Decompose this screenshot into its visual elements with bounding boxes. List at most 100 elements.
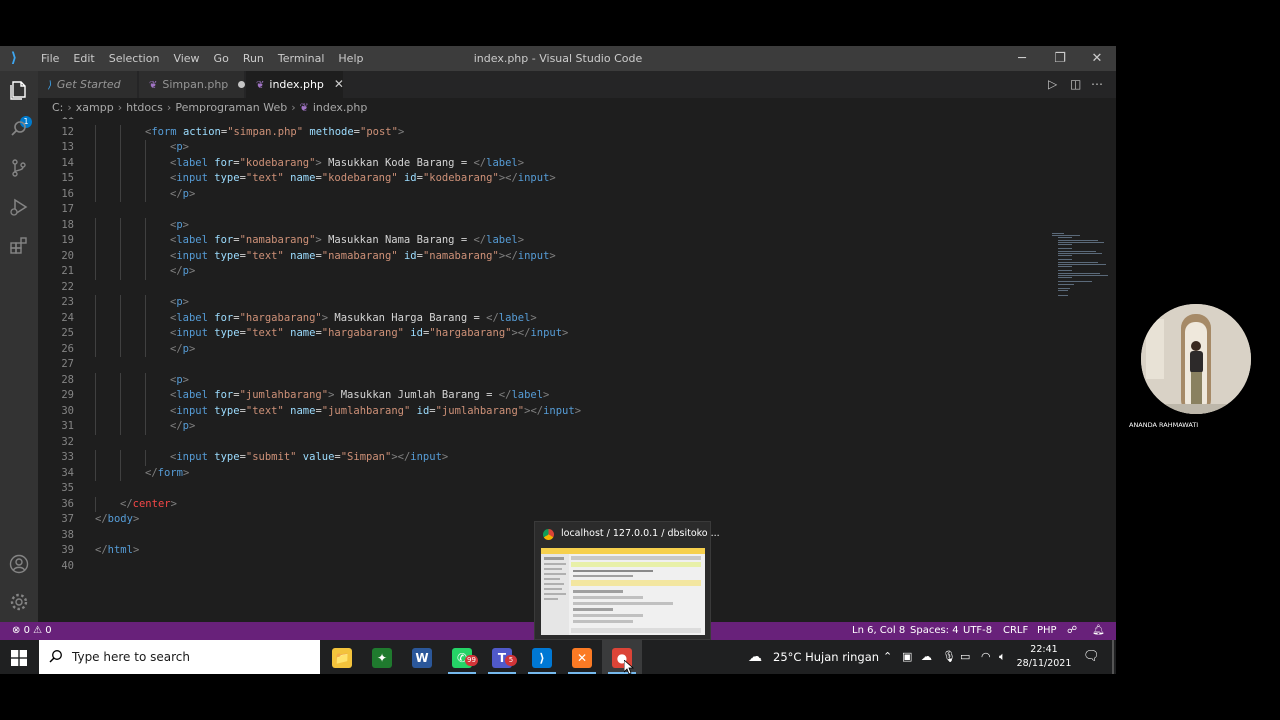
line-number: 17 <box>61 203 74 215</box>
indentation[interactable]: Spaces: 4 <box>910 622 959 640</box>
line-number: 40 <box>61 559 74 572</box>
taskbar-app[interactable]: ✆ 99 <box>442 640 482 674</box>
restore-icon[interactable]: ❐ <box>1041 46 1079 71</box>
breadcrumb-drive[interactable]: C: <box>52 101 63 114</box>
encoding[interactable]: UTF-8 <box>963 622 992 640</box>
menu-file[interactable]: File <box>34 46 66 71</box>
weather-cloud-icon[interactable]: ☁ <box>748 640 762 674</box>
line-number: 21 <box>61 265 74 277</box>
code-text: </p> <box>170 342 196 355</box>
search-icon[interactable] <box>7 118 31 142</box>
code-text: </form> <box>145 466 190 479</box>
indent-guide <box>95 450 96 466</box>
taskbar-app[interactable]: T5 <box>482 640 522 674</box>
code-line: 12 <form action="simpan.php" methode="pos… <box>38 125 998 141</box>
taskbar-app[interactable]: 📁 <box>322 640 362 674</box>
taskbar-app[interactable]: ✦ <box>362 640 402 674</box>
line-number: 29 <box>61 389 74 401</box>
battery-icon[interactable]: ▭ <box>960 640 970 674</box>
run-debug-icon[interactable] <box>7 196 31 220</box>
code-line: 28 <p> <box>38 373 998 389</box>
indent-guide <box>145 217 146 233</box>
line-number: 32 <box>61 435 74 448</box>
menu-go[interactable]: Go <box>207 46 236 71</box>
search-icon <box>49 649 63 663</box>
extensions-icon[interactable] <box>7 235 31 259</box>
indent-guide <box>95 419 96 435</box>
indent-guide <box>145 310 146 326</box>
windows-start-icon[interactable] <box>0 640 38 674</box>
source-control-icon[interactable] <box>7 157 31 181</box>
indent-guide <box>145 140 146 156</box>
taskbar-app[interactable]: ✕ <box>562 640 602 674</box>
mouse-pointer-icon <box>623 659 635 679</box>
onedrive-cloud-icon[interactable]: ☁ <box>921 640 932 674</box>
more-actions-icon[interactable]: ⋯ <box>1091 71 1103 98</box>
line-number: 35 <box>61 482 74 494</box>
preview-thumbnail <box>541 548 705 635</box>
weather-text[interactable]: 25°C Hujan ringan <box>773 640 879 674</box>
code-text: <input type="text" name="namabarang" id=… <box>170 249 556 262</box>
line-number: 28 <box>61 373 74 386</box>
taskbar-app[interactable]: W <box>402 640 442 674</box>
close-window-icon[interactable]: ✕ <box>1078 46 1116 71</box>
breadcrumb-file[interactable]: index.php <box>313 101 368 114</box>
code-text: <label for="kodebarang"> Masukkan Kode B… <box>170 156 525 169</box>
code-line: 25 <input type="text" name="hargabarang" … <box>38 326 998 342</box>
chevron-right-icon: › <box>67 101 72 114</box>
taskbar-app[interactable]: ● <box>602 640 642 674</box>
indent-guide <box>145 171 146 187</box>
preview-title: localhost / 127.0.0.1 / dbsitoko ... <box>561 528 720 539</box>
menu-view[interactable]: View <box>166 46 206 71</box>
line-number: 30 <box>61 404 74 417</box>
line-number: 15 <box>61 172 74 184</box>
wifi-icon[interactable]: ◠ <box>981 640 991 674</box>
notification-bell-icon[interactable]: 🔔︎ <box>1092 622 1105 640</box>
menu-edit[interactable]: Edit <box>66 46 101 71</box>
breadcrumb-folder[interactable]: Pemprograman Web <box>175 101 287 114</box>
code-line: 17 <box>38 202 998 218</box>
explorer-icon[interactable] <box>7 79 31 103</box>
tab-simpan-php[interactable]: ❦ Simpan.php <box>139 71 246 98</box>
run-file-icon[interactable]: ▷ <box>1048 71 1057 98</box>
taskbar-app[interactable]: ⟩ <box>522 640 562 674</box>
split-editor-icon[interactable]: ◫ <box>1070 71 1081 98</box>
minimap[interactable] <box>1048 233 1116 303</box>
minimize-icon[interactable]: ─ <box>1003 46 1041 71</box>
language-mode[interactable]: PHP <box>1037 622 1057 640</box>
tray-app-icon[interactable]: ▣ <box>902 640 912 674</box>
indent-guide <box>95 217 96 233</box>
indent-guide <box>120 295 121 311</box>
taskbar-search-box[interactable]: Type here to search <box>39 640 320 674</box>
line-ending[interactable]: CRLF <box>1003 622 1028 640</box>
editor-tab-bar: ⟩ Get Started ❦ Simpan.php ❦ index.php ✕ ▷ ◫… <box>38 71 1116 98</box>
volume-icon[interactable]: 🔈︎ <box>999 640 1006 674</box>
menu-run[interactable]: Run <box>236 46 271 71</box>
notification-center-icon[interactable]: 🗨︎ <box>1083 640 1100 674</box>
code-line: 16 </p> <box>38 187 998 203</box>
code-text: <p> <box>170 141 189 153</box>
chrome-window-preview[interactable]: localhost / 127.0.0.1 / dbsitoko ... <box>534 521 720 640</box>
show-desktop-button[interactable] <box>1112 640 1114 674</box>
taskbar-clock[interactable]: 22:41 28/11/2021 <box>1016 643 1072 671</box>
breadcrumb-xampp[interactable]: xampp <box>76 101 114 114</box>
tab-index-php[interactable]: ❦ index.php ✕ <box>246 71 344 98</box>
indent-guide <box>95 372 96 388</box>
tab-get-started[interactable]: ⟩ Get Started <box>38 71 138 98</box>
menu-selection[interactable]: Selection <box>102 46 167 71</box>
account-icon[interactable] <box>7 553 31 577</box>
menu-help[interactable]: Help <box>331 46 370 71</box>
microphone-icon[interactable]: 🎙︎ <box>942 640 956 674</box>
close-tab-icon[interactable]: ✕ <box>334 77 344 91</box>
indent-guide <box>95 155 96 171</box>
menu-terminal[interactable]: Terminal <box>271 46 332 71</box>
breadcrumb-htdocs[interactable]: htdocs <box>126 101 163 114</box>
php-icon: ❦ <box>149 80 158 91</box>
cursor-position[interactable]: Ln 6, Col 8 <box>852 622 905 640</box>
feedback-icon[interactable]: ☍ <box>1067 622 1077 640</box>
problems-indicator[interactable]: ⊗ 0 ⚠ 0 <box>12 622 52 640</box>
app-badge: 5 <box>505 655 517 666</box>
vscode-icon: ⟩ <box>532 647 552 668</box>
settings-gear-icon[interactable] <box>7 591 31 615</box>
chevron-up-icon[interactable]: ⌃ <box>883 640 892 674</box>
